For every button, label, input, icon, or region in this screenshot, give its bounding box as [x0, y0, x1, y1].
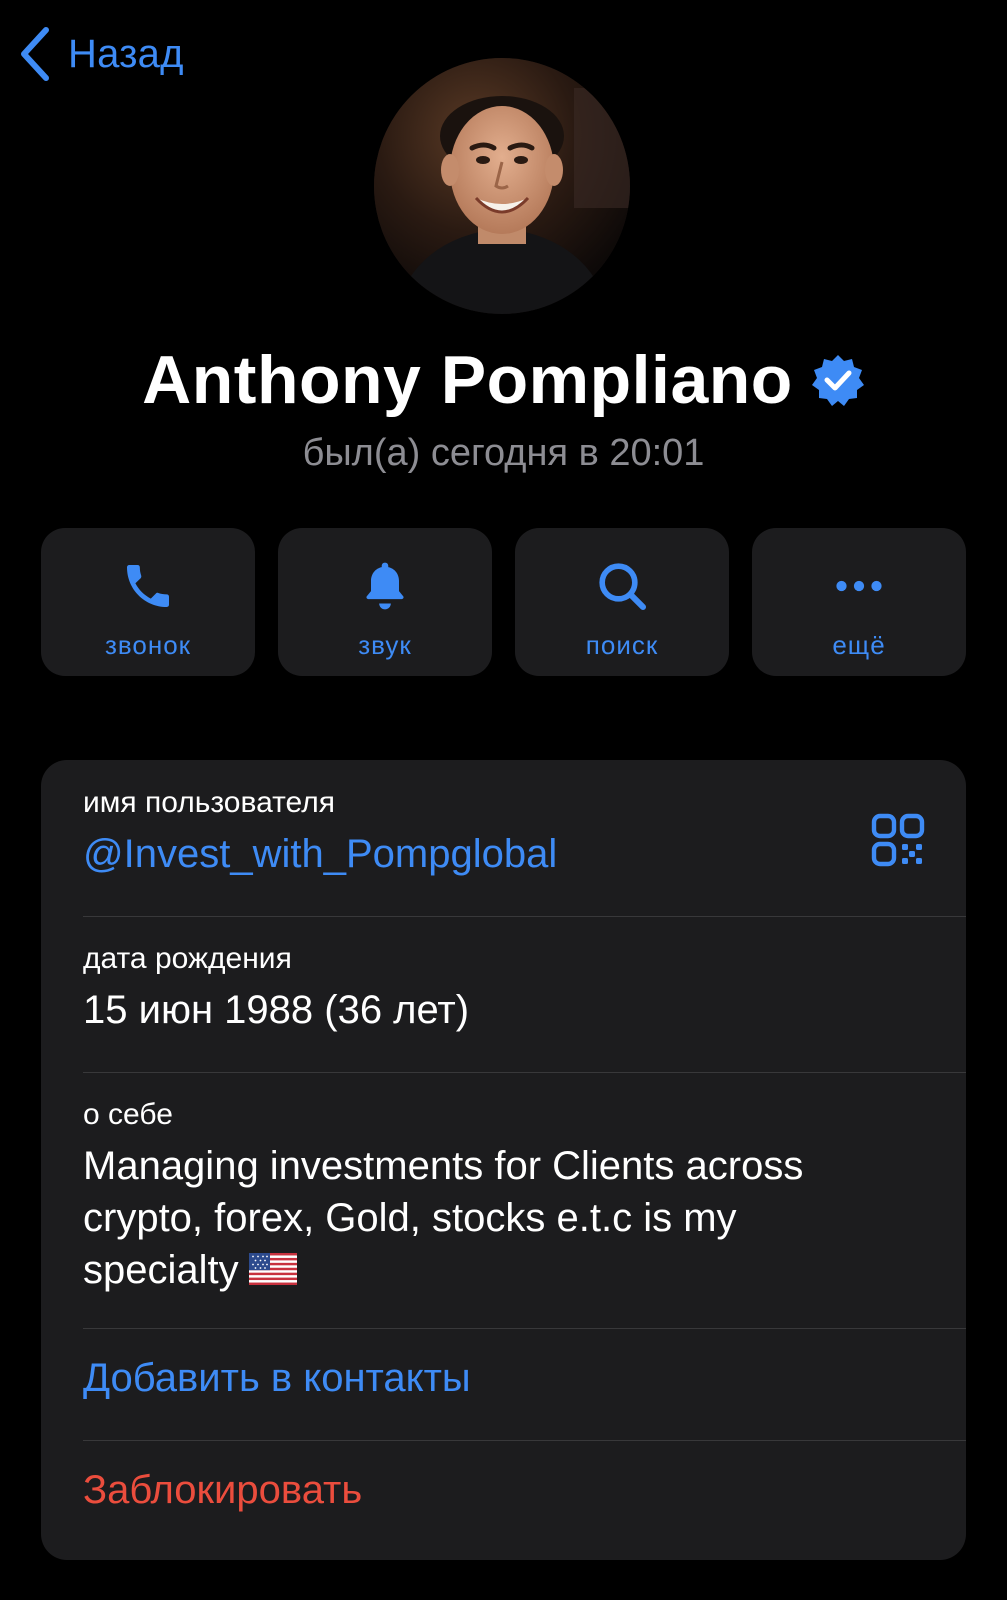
- bio-line-1: Managing investments for Clients across: [83, 1144, 804, 1188]
- add-contact-button[interactable]: Добавить в контакты: [83, 1352, 966, 1404]
- avatar-photo: [374, 58, 630, 314]
- qr-code-icon[interactable]: [870, 812, 926, 868]
- divider: [83, 1440, 966, 1441]
- username-row[interactable]: имя пользователя @Invest_with_Pompglobal: [83, 784, 966, 880]
- sound-button[interactable]: звук: [278, 528, 492, 676]
- bio-line-3-wrapper: specialty: [83, 1244, 966, 1296]
- back-button[interactable]: Назад: [18, 26, 184, 82]
- chevron-left-icon: [21, 27, 49, 81]
- bio-line-2: crypto, forex, Gold, stocks e.t.c is my: [83, 1196, 737, 1240]
- bell-icon: [355, 556, 415, 616]
- bio-row: о себе Managing investments for Clients …: [83, 1096, 966, 1296]
- verified-badge-icon: [811, 355, 864, 406]
- more-icon: [829, 556, 889, 616]
- divider: [83, 1072, 966, 1073]
- profile-name-row: Anthony Pompliano: [0, 340, 1007, 420]
- last-seen-status: был(а) сегодня в 20:01: [302, 432, 705, 474]
- call-button[interactable]: звонок: [41, 528, 255, 676]
- profile-name: Anthony Pompliano: [142, 342, 793, 418]
- search-button[interactable]: поиск: [515, 528, 729, 676]
- block-button[interactable]: Заблокировать: [83, 1464, 966, 1516]
- bio-title: о себе: [83, 1098, 173, 1131]
- block-label: Заблокировать: [83, 1468, 363, 1512]
- divider: [83, 1328, 966, 1329]
- action-buttons: звонок звук поиск ещё: [41, 528, 966, 676]
- birthday-value: 15 июн 1988 (36 лет): [83, 988, 470, 1032]
- avatar[interactable]: [374, 58, 630, 314]
- back-label: Назад: [68, 31, 184, 76]
- phone-icon: [118, 556, 178, 616]
- birthday-title: дата рождения: [83, 942, 292, 975]
- birthday-row: дата рождения 15 июн 1988 (36 лет): [83, 940, 966, 1036]
- search-button-label: поиск: [585, 630, 659, 660]
- call-button-label: звонок: [104, 630, 192, 660]
- add-contact-label: Добавить в контакты: [83, 1356, 471, 1400]
- username-title: имя пользователя: [83, 786, 335, 819]
- info-card: имя пользователя @Invest_with_Pompglobal…: [41, 760, 966, 1560]
- bio-line-3: specialty: [83, 1248, 239, 1292]
- search-icon: [592, 556, 652, 616]
- username-value[interactable]: @Invest_with_Pompglobal: [83, 828, 966, 880]
- divider: [83, 916, 966, 917]
- more-button[interactable]: ещё: [752, 528, 966, 676]
- us-flag-icon: [248, 1253, 297, 1286]
- sound-button-label: звук: [358, 630, 412, 660]
- more-button-label: ещё: [832, 630, 886, 660]
